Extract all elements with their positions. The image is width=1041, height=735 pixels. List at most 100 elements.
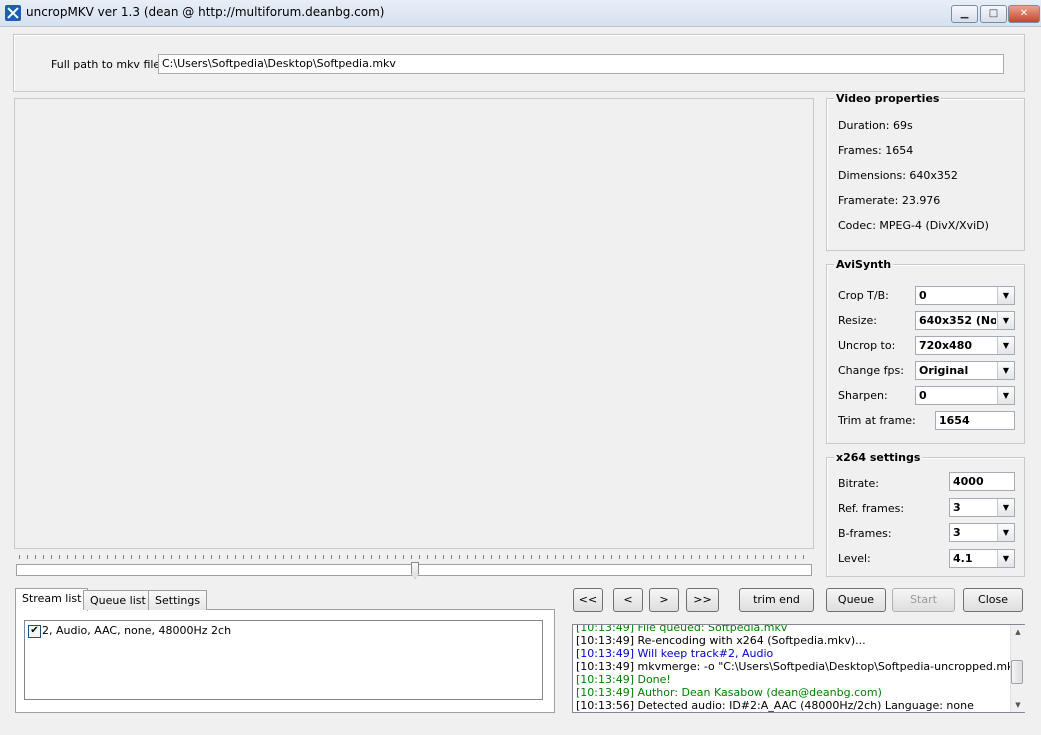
chevron-down-icon: ▼ [997, 362, 1014, 379]
sharpen-select[interactable]: 0 ▼ [915, 386, 1015, 405]
slider-tick [27, 555, 28, 559]
log-output[interactable]: [10:13:49] File queued: Softpedia.mkv [1… [572, 624, 1025, 713]
slider-tick [347, 555, 348, 559]
maximize-button[interactable]: □ [980, 5, 1007, 23]
slider-tick [331, 555, 332, 559]
crop-label: Crop T/B: [838, 289, 889, 302]
slider-tick [523, 555, 524, 559]
slider-tick [315, 555, 316, 559]
resize-select[interactable]: 640x352 (No c▼ [915, 311, 1015, 330]
bframes-label: B-frames: [838, 527, 892, 540]
slider-tick [83, 555, 84, 559]
slider-tick [427, 555, 428, 559]
slider-tick [107, 555, 108, 559]
start-button[interactable]: Start [892, 588, 955, 612]
trim-frame-input[interactable]: 1654 [935, 411, 1015, 430]
close-button[interactable]: Close [963, 588, 1023, 612]
chevron-down-icon: ▼ [997, 524, 1014, 541]
fps-label: Change fps: [838, 364, 904, 377]
resize-label: Resize: [838, 314, 877, 327]
chevron-down-icon: ▼ [997, 387, 1014, 404]
scroll-down-icon[interactable]: ▼ [1011, 698, 1025, 712]
slider-tick [507, 555, 508, 559]
bitrate-input[interactable]: 4000 [949, 472, 1015, 491]
frame-slider-thumb[interactable] [411, 562, 419, 579]
slider-tick [195, 555, 196, 559]
trim-end-button[interactable]: trim end [739, 588, 814, 612]
stream-item-label: 2, Audio, AAC, none, 48000Hz 2ch [42, 624, 232, 637]
tab-stream-list[interactable]: Stream list [15, 588, 89, 611]
slider-tick [283, 555, 284, 559]
slider-tick [387, 555, 388, 559]
resize-value: 640x352 (No c [919, 314, 996, 327]
dimensions-text: Dimensions: 640x352 [838, 169, 958, 182]
slider-tick [419, 555, 420, 559]
tab-settings[interactable]: Settings [148, 590, 208, 610]
slider-tick [363, 555, 364, 559]
app-icon [5, 5, 21, 21]
slider-tick [787, 555, 788, 559]
slider-tick [763, 555, 764, 559]
slider-tick [659, 555, 660, 559]
slider-tick [563, 555, 564, 559]
bframes-select[interactable]: 3 ▼ [949, 523, 1015, 542]
slider-tick [731, 555, 732, 559]
slider-tick [579, 555, 580, 559]
slider-tick [99, 555, 100, 559]
slider-tick [403, 555, 404, 559]
slider-tick [275, 555, 276, 559]
minimize-button[interactable]: ▁ [951, 5, 978, 23]
window-close-button[interactable]: ✕ [1008, 5, 1040, 23]
sharpen-label: Sharpen: [838, 389, 888, 402]
slider-tick [155, 555, 156, 559]
log-line: [10:13:49] mkvmerge: -o "C:\Users\Softpe… [576, 660, 1025, 673]
crop-value: 0 [919, 289, 927, 302]
slider-tick [323, 555, 324, 559]
mkv-path-input[interactable]: C:\Users\Softpedia\Desktop\Softpedia.mkv [158, 54, 1004, 74]
scroll-up-icon[interactable]: ▲ [1011, 625, 1025, 639]
slider-tick [43, 555, 44, 559]
slider-tick [163, 555, 164, 559]
slider-tick [211, 555, 212, 559]
log-scroll-thumb[interactable] [1011, 660, 1023, 684]
slider-tick [635, 555, 636, 559]
slider-tick [371, 555, 372, 559]
slider-tick [803, 555, 804, 559]
slider-tick [227, 555, 228, 559]
ref-frames-select[interactable]: 3 ▼ [949, 498, 1015, 517]
slider-tick [779, 555, 780, 559]
queue-button[interactable]: Queue [826, 588, 886, 612]
slider-tick [291, 555, 292, 559]
slider-tick [115, 555, 116, 559]
slider-tick [699, 555, 700, 559]
crop-select[interactable]: 0 ▼ [915, 286, 1015, 305]
first-frame-button[interactable]: << [573, 588, 603, 612]
slider-tick [219, 555, 220, 559]
slider-tick [467, 555, 468, 559]
slider-tick [571, 555, 572, 559]
slider-tick [771, 555, 772, 559]
slider-tick [411, 555, 412, 559]
uncrop-select[interactable]: 720x480 ▼ [915, 336, 1015, 355]
slider-tick [235, 555, 236, 559]
slider-tick [19, 555, 20, 559]
slider-tick [435, 555, 436, 559]
prev-frame-button[interactable]: < [613, 588, 643, 612]
bframes-value: 3 [953, 526, 961, 539]
slider-tick [131, 555, 132, 559]
level-value: 4.1 [953, 552, 973, 565]
stream-checkbox[interactable]: ✔ [28, 625, 41, 638]
slider-tick [259, 555, 260, 559]
slider-tick [307, 555, 308, 559]
slider-tick [739, 555, 740, 559]
uncrop-value: 720x480 [919, 339, 973, 352]
level-select[interactable]: 4.1 ▼ [949, 549, 1015, 568]
last-frame-button[interactable]: >> [686, 588, 719, 612]
duration-text: Duration: 69s [838, 119, 913, 132]
slider-tick [459, 555, 460, 559]
tab-queue-list[interactable]: Queue list [83, 590, 153, 610]
slider-tick [299, 555, 300, 559]
slider-tick [35, 555, 36, 559]
fps-select[interactable]: Original ▼ [915, 361, 1015, 380]
next-frame-button[interactable]: > [649, 588, 679, 612]
